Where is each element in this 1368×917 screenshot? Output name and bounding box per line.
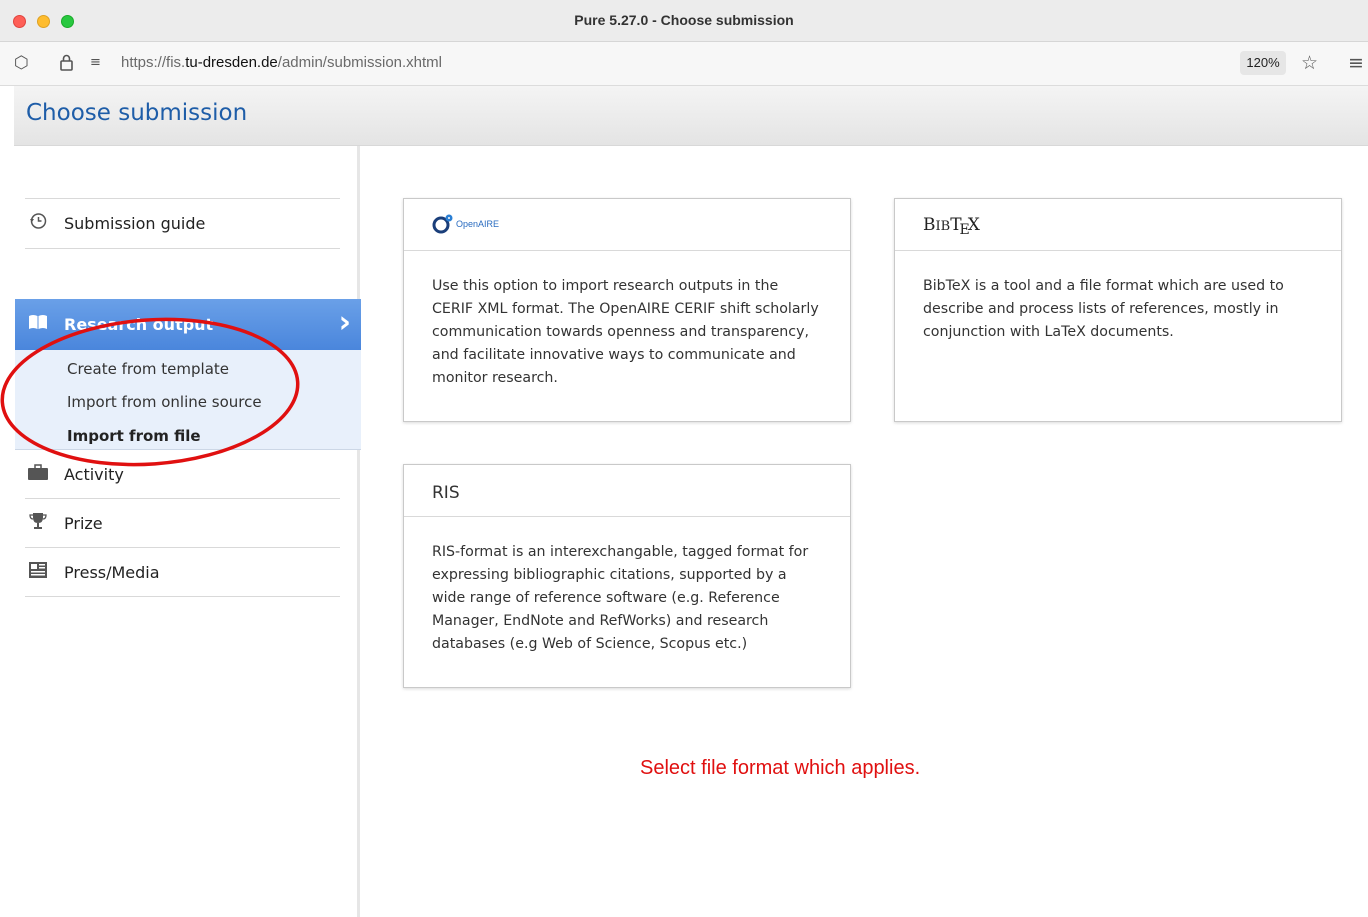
bibtex-logo: BIBTEX [923, 215, 980, 238]
url-field[interactable]: https://fis.tu-dresden.de/admin/submissi… [121, 54, 442, 71]
card-header: OpenAIRE [404, 199, 850, 251]
sidebar-item-submission-guide[interactable]: Submission guide [25, 199, 340, 247]
permissions-icon[interactable]: ≡ [90, 53, 101, 73]
sidebar-item-research-output[interactable]: Research output › [15, 299, 361, 350]
chevron-right-icon: › [338, 305, 351, 340]
sidebar-item-label: Press/Media [64, 562, 160, 582]
shield-icon[interactable]: ⬡ [14, 53, 29, 73]
card-bibtex[interactable]: BIBTEX BibTeX is a tool and a file forma… [894, 198, 1342, 422]
submenu-import-from-online-source[interactable]: Import from online source [67, 393, 262, 411]
page-title: Choose submission [26, 100, 248, 126]
card-description: BibTeX is a tool and a file format which… [923, 278, 1284, 340]
zoom-level-badge[interactable]: 120% [1240, 51, 1286, 75]
sidebar-item-activity[interactable]: Activity [25, 450, 340, 498]
briefcase-icon [25, 463, 51, 485]
sidebar-item-label: Prize [64, 513, 103, 533]
annotation-note: Select file format which applies. [640, 757, 921, 779]
card-header: BIBTEX [895, 199, 1341, 251]
history-icon [25, 212, 51, 235]
card-description: Use this option to import research outpu… [432, 278, 819, 386]
divider [25, 596, 340, 597]
submenu-create-from-template[interactable]: Create from template [67, 360, 229, 378]
openaire-logo: OpenAIRE [432, 214, 499, 234]
card-header: RIS [404, 465, 850, 517]
bookmark-star-icon[interactable]: ☆ [1301, 53, 1318, 73]
book-icon [25, 314, 51, 335]
sidebar-item-label: Research output [64, 315, 214, 334]
card-title: RIS [432, 483, 460, 503]
lock-icon[interactable] [59, 53, 74, 77]
card-description: RIS-format is an interexchangable, tagge… [432, 544, 809, 652]
sidebar-item-press-media[interactable]: Press/Media [25, 548, 340, 596]
card-openaire[interactable]: OpenAIRE Use this option to import resea… [403, 198, 851, 422]
address-bar-row: ⬡ ≡ https://fis.tu-dresden.de/admin/subm… [0, 42, 1368, 86]
sidebar-item-label: Submission guide [64, 213, 206, 233]
window-title: Pure 5.27.0 - Choose submission [574, 12, 794, 28]
page-header: Choose submission [14, 86, 1368, 146]
submenu-import-from-file[interactable]: Import from file [67, 427, 201, 445]
trophy-icon [25, 512, 51, 535]
sidebar-item-label: Activity [64, 464, 124, 484]
divider [25, 248, 340, 249]
sidebar: Submission guide Research output › Creat… [14, 146, 361, 917]
window-titlebar: Pure 5.27.0 - Choose submission [0, 0, 1368, 42]
research-output-submenu: Create from template Import from online … [15, 350, 361, 450]
menu-icon[interactable]: ≡ [1348, 53, 1364, 73]
sidebar-item-prize[interactable]: Prize [25, 499, 340, 547]
card-ris[interactable]: RIS RIS-format is an interexchangable, t… [403, 464, 851, 688]
newspaper-icon [25, 561, 51, 584]
